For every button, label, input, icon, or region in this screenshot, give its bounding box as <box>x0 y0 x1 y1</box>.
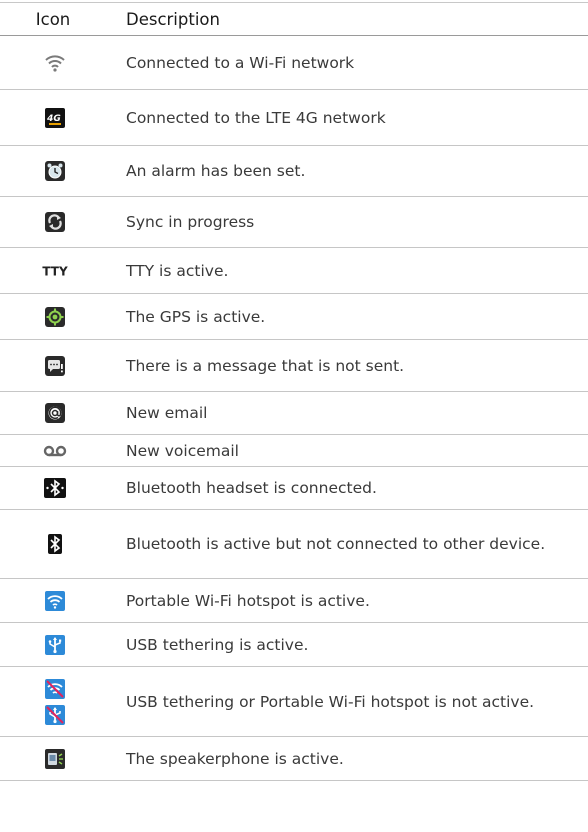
row-description: Bluetooth is active but not connected to… <box>110 509 588 579</box>
row-description: Bluetooth headset is connected. <box>110 466 588 510</box>
row-description: Portable Wi-Fi hotspot is active. <box>110 578 588 623</box>
row-description: New voicemail <box>110 434 588 467</box>
table-row: Portable Wi-Fi hotspot is active. <box>0 578 588 623</box>
row-description: USB tethering is active. <box>110 622 588 667</box>
hotspot-off-icon <box>45 678 65 699</box>
row-description: Connected to the LTE 4G network <box>110 89 588 146</box>
table-header-row: Icon Description <box>0 2 588 36</box>
wifi-connected-icon <box>45 54 65 72</box>
tty-icon: TTY <box>42 264 68 279</box>
table-row: The GPS is active. <box>0 293 588 340</box>
voicemail-icon <box>43 445 67 457</box>
row-description: Sync in progress <box>110 196 588 248</box>
row-description: USB tethering or Portable Wi-Fi hotspot … <box>110 666 588 737</box>
table-row: USB tethering or Portable Wi-Fi hotspot … <box>0 666 588 737</box>
lte-4g-icon-label: 4G <box>46 114 61 124</box>
table-row: There is a message that is not sent. <box>0 339 588 392</box>
table-row: Bluetooth headset is connected. <box>0 466 588 510</box>
row-description: There is a message that is not sent. <box>110 339 588 392</box>
row-description: New email <box>110 391 588 435</box>
lte-4g-icon: 4G <box>45 107 65 128</box>
table-row: An alarm has been set. <box>0 145 588 197</box>
tethering-hotspot-off-icons <box>45 678 65 725</box>
usb-tethering-off-icon <box>45 704 65 725</box>
gps-icon <box>45 306 65 327</box>
status-icon-table: Icon Description Connected to a Wi-Fi ne… <box>0 2 588 781</box>
tty-icon-label: TTY <box>42 265 68 279</box>
row-description: The speakerphone is active. <box>110 736 588 781</box>
table-row: Connected to a Wi-Fi network <box>0 35 588 90</box>
portable-hotspot-icon <box>45 590 65 611</box>
table-row: The speakerphone is active. <box>0 736 588 781</box>
message-not-sent-icon <box>45 355 65 376</box>
row-description: TTY is active. <box>110 247 588 294</box>
table-row: New email <box>0 391 588 435</box>
alarm-icon <box>45 161 65 181</box>
row-description: An alarm has been set. <box>110 145 588 197</box>
usb-tethering-icon <box>45 634 65 655</box>
table-row: Sync in progress <box>0 196 588 248</box>
bluetooth-active-icon <box>48 534 62 554</box>
table-row: New voicemail <box>0 434 588 467</box>
bluetooth-connected-icon <box>44 478 66 498</box>
description-column-header: Description <box>110 2 588 36</box>
table-row: 4G Connected to the LTE 4G network <box>0 89 588 146</box>
table-row: TTY TTY is active. <box>0 247 588 294</box>
icon-column-header: Icon <box>0 2 110 36</box>
row-description: Connected to a Wi-Fi network <box>110 35 588 90</box>
table-row: USB tethering is active. <box>0 622 588 667</box>
status-icon-table-page: Icon Description Connected to a Wi-Fi ne… <box>0 0 588 832</box>
email-icon <box>45 403 65 423</box>
sync-icon <box>45 212 65 232</box>
table-row: Bluetooth is active but not connected to… <box>0 509 588 579</box>
speakerphone-icon <box>45 748 65 769</box>
row-description: The GPS is active. <box>110 293 588 340</box>
